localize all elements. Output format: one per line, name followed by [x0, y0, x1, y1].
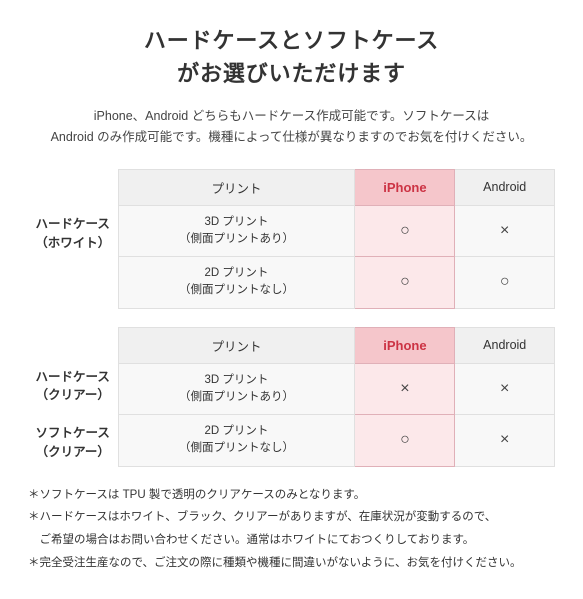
- description-text: iPhone、Android どちらもハードケース作成可能です。ソフトケースは …: [28, 106, 555, 149]
- notes-section: ＊ソフトケースは TPU 製で透明のクリアケースのみとなります。 ＊ハードケース…: [28, 485, 555, 574]
- table2-col-print: プリント: [118, 327, 355, 363]
- table1-col-android: Android: [455, 169, 555, 205]
- table-2: プリント iPhone Android ハードケース（クリアー）ソフトケース（ク…: [28, 327, 555, 467]
- table2-row1-print: 3D プリント（側面プリントあり）: [118, 363, 355, 415]
- table2-row2-android: ×: [455, 415, 555, 467]
- table2-row-header: ハードケース（クリアー）ソフトケース（クリアー）: [28, 363, 118, 466]
- table2-col-iphone: iPhone: [355, 327, 455, 363]
- table-section-1: プリント iPhone Android ハードケース（ホワイト） 3D プリント…: [28, 169, 555, 309]
- table1-row1-print: 3D プリント（側面プリントあり）: [118, 205, 355, 257]
- table1-row2-print: 2D プリント（側面プリントなし）: [118, 257, 355, 309]
- page-title: ハードケースとソフトケース がお選びいただけます: [28, 24, 555, 90]
- table2-row2-iphone: ○: [355, 415, 455, 467]
- table1-col-print: プリント: [118, 169, 355, 205]
- table-1: プリント iPhone Android ハードケース（ホワイト） 3D プリント…: [28, 169, 555, 309]
- table-section-2: プリント iPhone Android ハードケース（クリアー）ソフトケース（ク…: [28, 327, 555, 467]
- note-2: ＊ハードケースはホワイト、ブラック、クリアーがありますが、在庫状況が変動するので…: [28, 507, 555, 528]
- note-2-cont: ご希望の場合はお問い合わせください。通常はホワイトにておつくりしております。: [28, 530, 555, 551]
- title-line2: がお選びいただけます: [177, 61, 406, 86]
- table1-row1-iphone: ○: [355, 205, 455, 257]
- note-1: ＊ソフトケースは TPU 製で透明のクリアケースのみとなります。: [28, 485, 555, 506]
- table1-col-iphone: iPhone: [355, 169, 455, 205]
- note-3: ＊完全受注生産なので、ご注文の際に種類や機種に間違いがないように、お気を付けくだ…: [28, 553, 555, 574]
- title-line1: ハードケースとソフトケース: [144, 28, 439, 53]
- table2-row1-iphone: ×: [355, 363, 455, 415]
- table2-col-android: Android: [455, 327, 555, 363]
- table1-row-header: ハードケース（ホワイト）: [28, 205, 118, 308]
- table1-row2-android: ○: [455, 257, 555, 309]
- table2-row1-android: ×: [455, 363, 555, 415]
- table2-row2-print: 2D プリント（側面プリントなし）: [118, 415, 355, 467]
- table1-row1-android: ×: [455, 205, 555, 257]
- table1-row2-iphone: ○: [355, 257, 455, 309]
